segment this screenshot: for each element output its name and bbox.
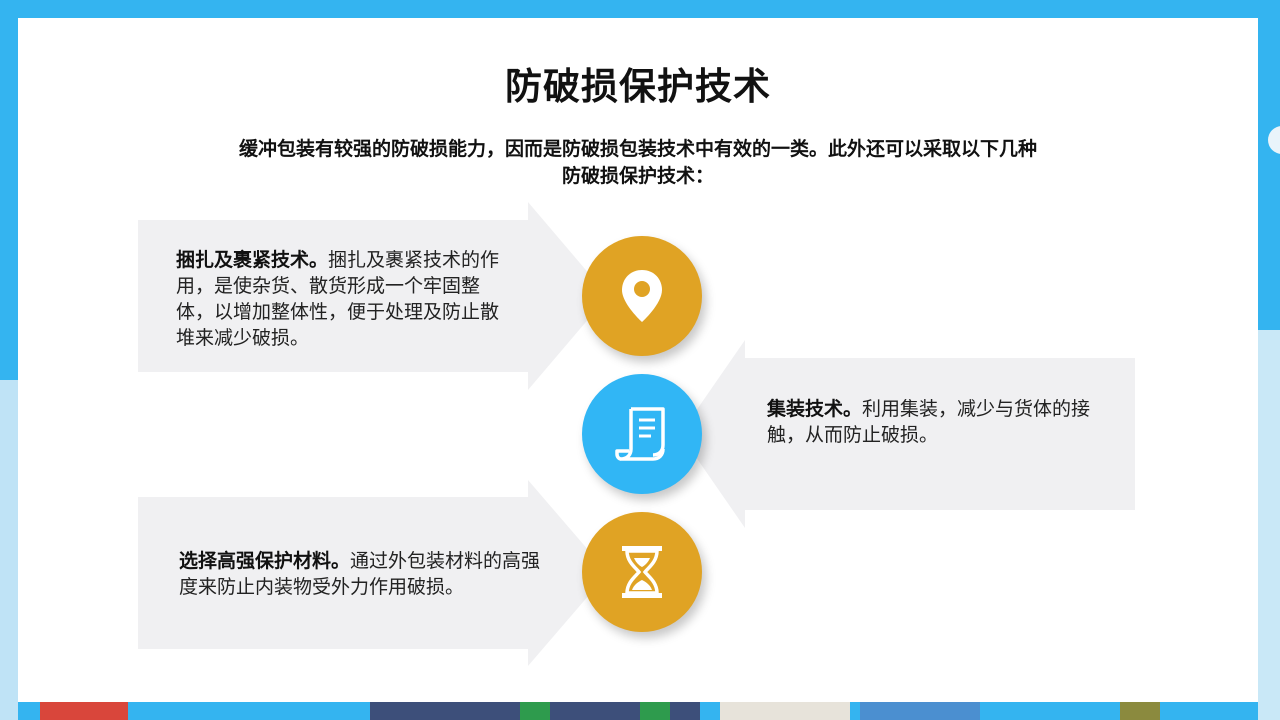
location-pin-icon xyxy=(622,270,662,322)
item-material-text: 选择高强保护材料。通过外包装材料的高强度来防止内装物受外力作用破损。 xyxy=(179,548,551,600)
item-binding-text: 捆扎及裹紧技术。捆扎及裹紧技术的作用，是使杂货、散货形成一个牢固整体，以增加整体… xyxy=(176,247,501,351)
item-binding-heading: 捆扎及裹紧技术。 xyxy=(176,249,329,271)
intro-paragraph: 缓冲包装有较强的防破损能力，因而是防破损包装技术中有效的一类。此外还可以采取以下… xyxy=(238,138,1037,187)
hourglass-icon xyxy=(622,546,662,598)
item-container-heading: 集装技术。 xyxy=(767,398,863,420)
circle-binding xyxy=(582,236,702,356)
item-container-text: 集装技术。利用集装，减少与货体的接触，从而防止破损。 xyxy=(767,396,1097,448)
circle-material xyxy=(582,512,702,632)
item-material-heading: 选择高强保护材料。 xyxy=(179,550,351,572)
circle-container xyxy=(582,374,702,494)
document-scroll-icon xyxy=(615,407,665,461)
page-title: 防破损保护技术 xyxy=(505,65,771,108)
